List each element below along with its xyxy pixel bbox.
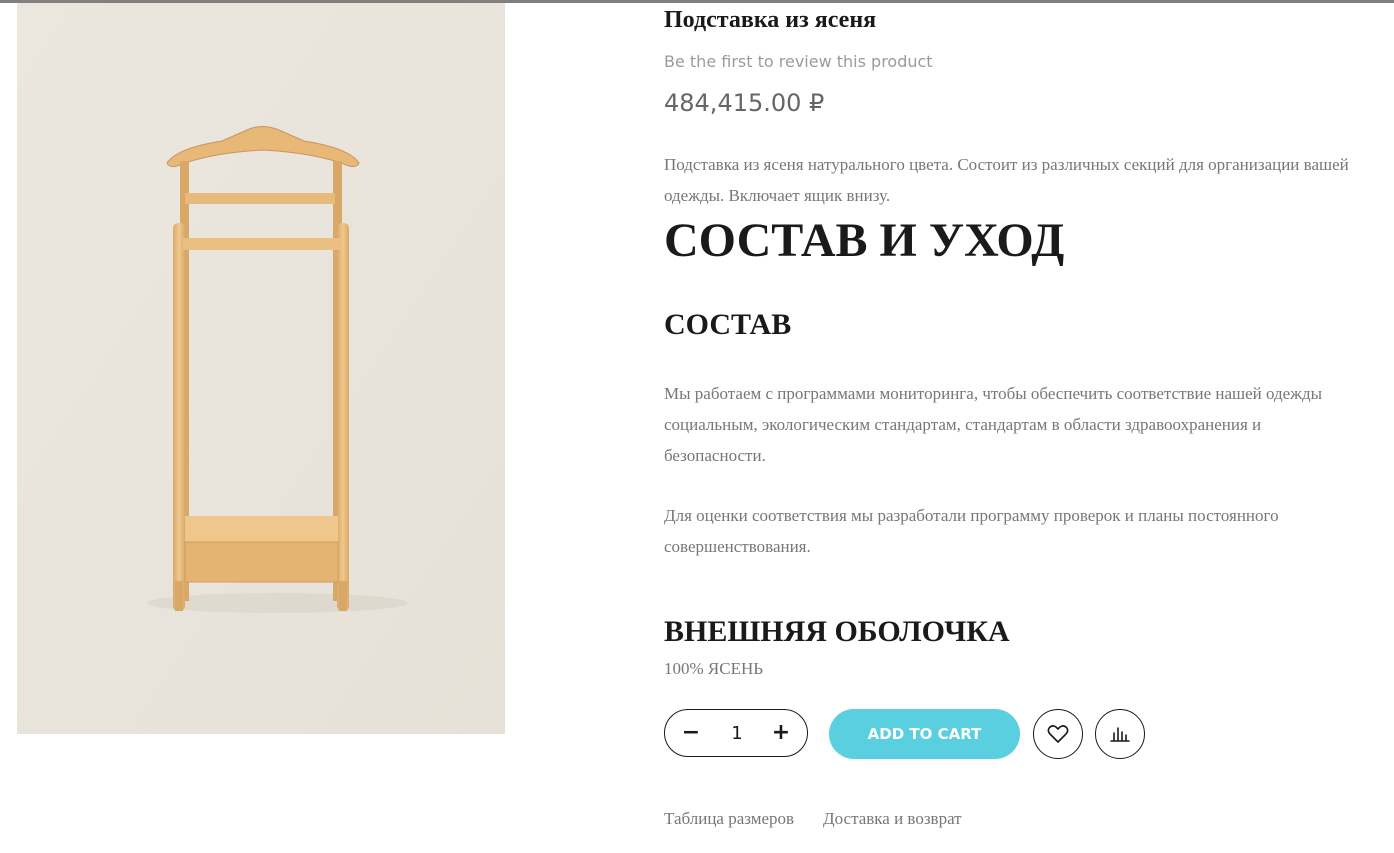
valet-stand-illustration bbox=[17, 3, 505, 734]
quantity-decrease-button[interactable]: − bbox=[669, 710, 713, 756]
composition-heading: СОСТАВ bbox=[664, 308, 792, 341]
product-price: 484,415.00 ₽ bbox=[664, 89, 825, 117]
outer-material: 100% ЯСЕНЬ bbox=[664, 659, 764, 678]
compare-button[interactable] bbox=[1095, 709, 1145, 759]
composition-paragraph-1: Мы работаем с программами мониторинга, ч… bbox=[664, 384, 1323, 465]
wishlist-button[interactable] bbox=[1033, 709, 1083, 759]
product-image[interactable] bbox=[17, 3, 505, 734]
composition-paragraph-2: Для оценки соответствия мы разработали п… bbox=[664, 506, 1279, 556]
quantity-input[interactable] bbox=[717, 720, 757, 746]
product-description: Подставка из ясеня натурального цвета. С… bbox=[664, 155, 1349, 205]
product-title: Подставка из ясеня bbox=[664, 7, 877, 33]
delivery-returns-link[interactable]: Доставка и возврат bbox=[823, 807, 962, 831]
care-heading: СОСТАВ И УХОД bbox=[664, 214, 1065, 267]
size-chart-link[interactable]: Таблица размеров bbox=[664, 807, 794, 831]
add-to-cart-button[interactable]: Add to cart bbox=[829, 709, 1020, 759]
heart-icon bbox=[1047, 725, 1069, 743]
review-link[interactable]: Be the first to review this product bbox=[664, 51, 933, 73]
quantity-stepper: − + bbox=[664, 709, 808, 757]
bar-chart-icon bbox=[1110, 727, 1130, 742]
quantity-increase-button[interactable]: + bbox=[759, 710, 803, 756]
outer-shell-heading: ВНЕШНЯЯ ОБОЛОЧКА bbox=[664, 615, 1010, 648]
